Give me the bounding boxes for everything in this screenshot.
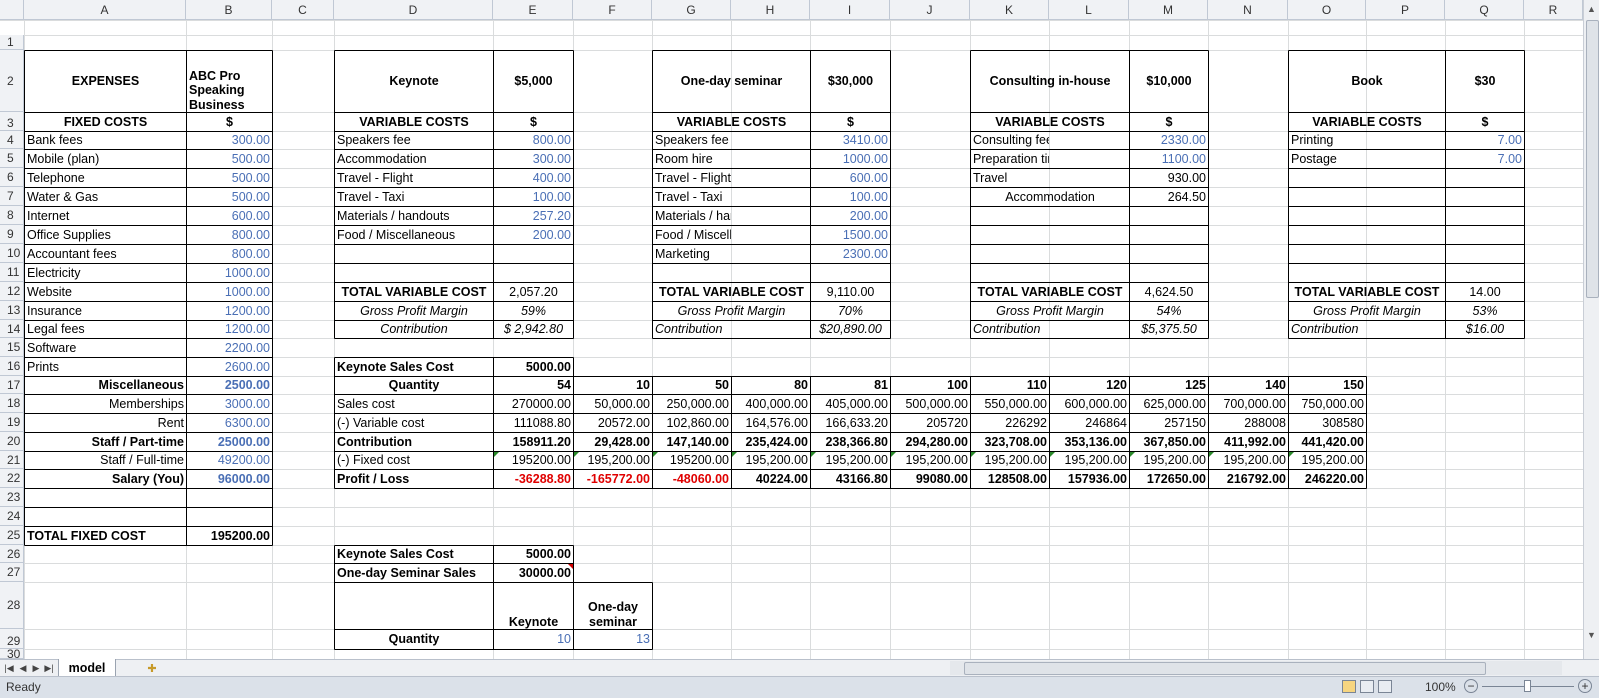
horizontal-scrollbar[interactable] <box>950 661 1562 675</box>
cell-indicator-icon <box>1050 452 1055 457</box>
cell-indicator-icon <box>1209 452 1214 457</box>
scroll-up-arrow-icon[interactable]: ▲ <box>1586 2 1597 16</box>
insert-sheet-icon[interactable]: ✚ <box>140 660 164 676</box>
cell-indicator-icon <box>574 452 579 457</box>
cell-indicator-icon <box>811 452 816 457</box>
zoom-out-icon[interactable]: − <box>1464 679 1478 693</box>
cell-indicator-icon <box>494 452 499 457</box>
last-sheet-icon[interactable]: ▶| <box>43 660 55 676</box>
cell-markers <box>494 452 1294 569</box>
horizontal-scroll-thumb[interactable] <box>964 662 1486 675</box>
cell-indicator-icon <box>732 452 737 457</box>
vertical-scroll-thumb[interactable] <box>1586 20 1599 298</box>
cell-indicator-icon <box>971 452 976 457</box>
cell-indicator-icon <box>568 564 573 569</box>
cell-indicator-icon <box>891 452 896 457</box>
cell-indicator-icon <box>1130 452 1135 457</box>
cell-indicator-icon <box>653 452 658 457</box>
prev-sheet-icon[interactable]: ◀ <box>17 660 29 676</box>
zoom-level[interactable]: 100% <box>1425 680 1456 694</box>
zoom-in-icon[interactable]: + <box>1578 679 1592 693</box>
status-text: Ready <box>6 680 41 694</box>
next-sheet-icon[interactable]: ▶ <box>30 660 42 676</box>
status-bar: Ready 100% − + <box>0 676 1599 698</box>
vertical-scrollbar[interactable]: ▲ ▼ <box>1583 0 1599 659</box>
scroll-down-arrow-icon[interactable]: ▼ <box>1586 628 1597 642</box>
page-break-view-icon[interactable] <box>1378 680 1392 693</box>
normal-view-icon[interactable] <box>1342 680 1356 693</box>
zoom-slider-knob[interactable] <box>1524 680 1531 692</box>
cell-indicator-icon <box>1289 452 1294 457</box>
page-layout-view-icon[interactable] <box>1360 680 1374 693</box>
worksheet-grid[interactable]: ABCDEFGHIJKLMNOPQR 1 2 3 4 5 6 7 8 9 10 11 12 13 14 15… <box>0 0 1583 659</box>
first-sheet-icon[interactable]: |◀ <box>3 660 15 676</box>
sheet-tab-bar: |◀ ◀ ▶ ▶| model ✚ <box>0 659 1599 677</box>
sheet-tab-model[interactable]: model <box>58 659 116 677</box>
